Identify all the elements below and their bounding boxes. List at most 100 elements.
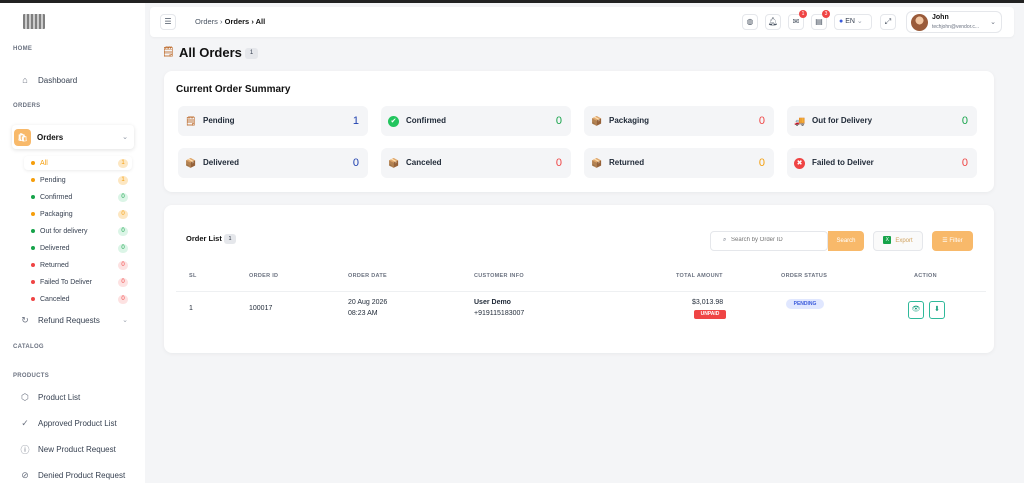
- cell-order-id[interactable]: 100017: [249, 305, 272, 312]
- sidebar-item-refund[interactable]: ↻ Refund Requests ⌄: [12, 310, 134, 330]
- col-order-status: ORDER STATUS: [781, 273, 828, 279]
- search-input[interactable]: [731, 237, 801, 243]
- tile-value: 1: [352, 115, 359, 127]
- filter-label: Filter: [949, 238, 963, 244]
- notifications-button[interactable]: 🔔︎: [765, 14, 781, 30]
- sidebar-item-label: Denied Product Request: [38, 470, 126, 480]
- returned-icon: 📦: [591, 158, 603, 168]
- top-strip: [0, 0, 1024, 3]
- summary-tile-failed-to-deliver[interactable]: ✖ Failed to Deliver 0: [787, 148, 977, 178]
- summary-tile-pending[interactable]: 🗒 Pending 1: [178, 106, 368, 136]
- sidebar-subitem-out-for-delivery[interactable]: Out for delivery 0: [24, 224, 132, 238]
- sidebar-subitem-label: Failed To Deliver: [40, 278, 93, 286]
- sidebar-subitem-packaging[interactable]: Packaging 0: [24, 207, 132, 221]
- sidebar-item-new-request[interactable]: ⓘ New Product Request: [12, 439, 134, 459]
- count-badge: 0: [118, 226, 128, 236]
- section-catalog: CATALOG: [13, 344, 44, 350]
- tile-label: Failed to Deliver: [812, 158, 874, 167]
- tile-label: Pending: [203, 116, 235, 125]
- chevron-down-icon: ⌄: [990, 19, 996, 26]
- payment-status-badge: UNPAID: [694, 310, 726, 319]
- summary-tile-out-for-delivery[interactable]: 🚚 Out for Delivery 0: [787, 106, 977, 136]
- sidebar-item-label: Product List: [38, 392, 81, 402]
- count-badge: 1: [118, 175, 128, 185]
- count-badge: 0: [118, 243, 128, 253]
- col-total-amount: TOTAL AMOUNT: [676, 273, 723, 279]
- sidebar-item-denied-request[interactable]: ⊘ Denied Product Request: [12, 465, 134, 483]
- col-sl: SL: [189, 273, 197, 279]
- info-circle-icon: ⓘ: [20, 444, 30, 455]
- summary-tile-delivered[interactable]: 📦 Delivered 0: [178, 148, 368, 178]
- tile-label: Out for Delivery: [812, 116, 873, 125]
- orders-badge: 3: [822, 10, 830, 18]
- breadcrumb: Orders › Orders › All: [195, 17, 265, 26]
- download-button[interactable]: ⬇: [929, 301, 945, 319]
- menu-toggle-button[interactable]: ☰: [160, 14, 176, 30]
- sidebar-subitem-all[interactable]: All 1: [24, 156, 132, 170]
- page-title: All Orders: [179, 45, 242, 60]
- summary-tile-canceled[interactable]: 📦 Canceled 0: [381, 148, 571, 178]
- tile-value: 0: [758, 115, 765, 127]
- breadcrumb-orders[interactable]: Orders: [195, 17, 218, 26]
- hamburger-icon: ☰: [164, 17, 172, 26]
- order-list-count: 1: [224, 234, 236, 244]
- count-badge: 0: [118, 260, 128, 270]
- sidebar-subitem-delivered[interactable]: Delivered 0: [24, 241, 132, 255]
- section-products: PRODUCTS: [13, 373, 50, 379]
- sidebar-subitem-pending[interactable]: Pending 1: [24, 173, 132, 187]
- search-button[interactable]: Search: [828, 231, 864, 251]
- export-button[interactable]: X Export: [873, 231, 923, 251]
- col-customer-info: CUSTOMER INFO: [474, 273, 524, 279]
- home-icon: ⌂: [22, 75, 28, 85]
- summary-tile-packaging[interactable]: 📦 Packaging 0: [584, 106, 774, 136]
- sidebar-subitem-failed-to-deliver[interactable]: Failed To Deliver 0: [24, 275, 132, 289]
- sidebar-subitem-returned[interactable]: Returned 0: [24, 258, 132, 272]
- logo[interactable]: [23, 14, 45, 29]
- sidebar-subitem-label: Canceled: [40, 295, 70, 303]
- tile-value: 0: [758, 157, 765, 169]
- order-list-card: Order List 1 ⌕ Search XExport ☰ Filter S…: [164, 205, 994, 353]
- sidebar-subitem-label: Returned: [40, 261, 69, 269]
- messages-button[interactable]: ✉ 1: [788, 10, 807, 30]
- count-badge: 0: [118, 192, 128, 202]
- view-button[interactable]: 👁︎: [908, 301, 924, 319]
- table-divider: [176, 291, 986, 292]
- sidebar-subitem-label: Confirmed: [40, 193, 73, 201]
- check-circle-icon: ✓: [21, 417, 29, 428]
- count-badge: 1: [118, 158, 128, 168]
- breadcrumb-orders-2[interactable]: Orders: [225, 17, 250, 26]
- fullscreen-button[interactable]: ⤢: [880, 14, 896, 30]
- failed-icon: ✖: [794, 158, 805, 169]
- col-order-id: ORDER ID: [249, 273, 279, 279]
- count-badge: 0: [118, 277, 128, 287]
- confirmed-icon: ✔: [388, 116, 399, 127]
- sidebar-item-dashboard[interactable]: ⌂ Dashboard: [12, 70, 134, 90]
- order-status-badge: PENDING: [786, 299, 824, 309]
- summary-tile-returned[interactable]: 📦 Returned 0: [584, 148, 774, 178]
- canceled-icon: 📦: [388, 158, 400, 168]
- filter-button[interactable]: ☰ Filter: [932, 231, 973, 251]
- sidebar-subitem-canceled[interactable]: Canceled 0: [24, 292, 132, 306]
- status-dot: [31, 280, 35, 284]
- sidebar-subitem-confirmed[interactable]: Confirmed 0: [24, 190, 132, 204]
- pending-icon: 🗒: [185, 116, 197, 126]
- messages-badge: 1: [799, 10, 807, 18]
- sidebar-item-approved-list[interactable]: ✓ Approved Product List: [12, 413, 134, 433]
- sidebar-subitem-label: Out for delivery: [40, 227, 88, 235]
- sidebar-subitem-label: Packaging: [40, 210, 73, 218]
- sidebar-item-product-list[interactable]: ⬡ Product List: [12, 387, 134, 407]
- bell-icon: 🔔︎: [767, 17, 779, 26]
- language-select[interactable]: ● EN ⌄: [834, 14, 872, 30]
- sidebar-item-orders[interactable]: 🛍 Orders ⌄: [12, 125, 134, 149]
- website-button[interactable]: ◍: [742, 14, 758, 30]
- user-menu[interactable]: John techjohn@vendor.c... ⌄: [906, 11, 1002, 33]
- download-icon: ⬇: [934, 306, 940, 313]
- tile-value: 0: [352, 157, 359, 169]
- user-name: John: [932, 14, 949, 21]
- summary-tile-confirmed[interactable]: ✔ Confirmed 0: [381, 106, 571, 136]
- orders-button[interactable]: ▤ 3: [811, 10, 830, 30]
- count-badge: 0: [118, 209, 128, 219]
- chevron-down-icon: ⌄: [122, 317, 128, 324]
- col-order-date: ORDER DATE: [348, 273, 387, 279]
- cell-date: 20 Aug 2026: [348, 299, 388, 306]
